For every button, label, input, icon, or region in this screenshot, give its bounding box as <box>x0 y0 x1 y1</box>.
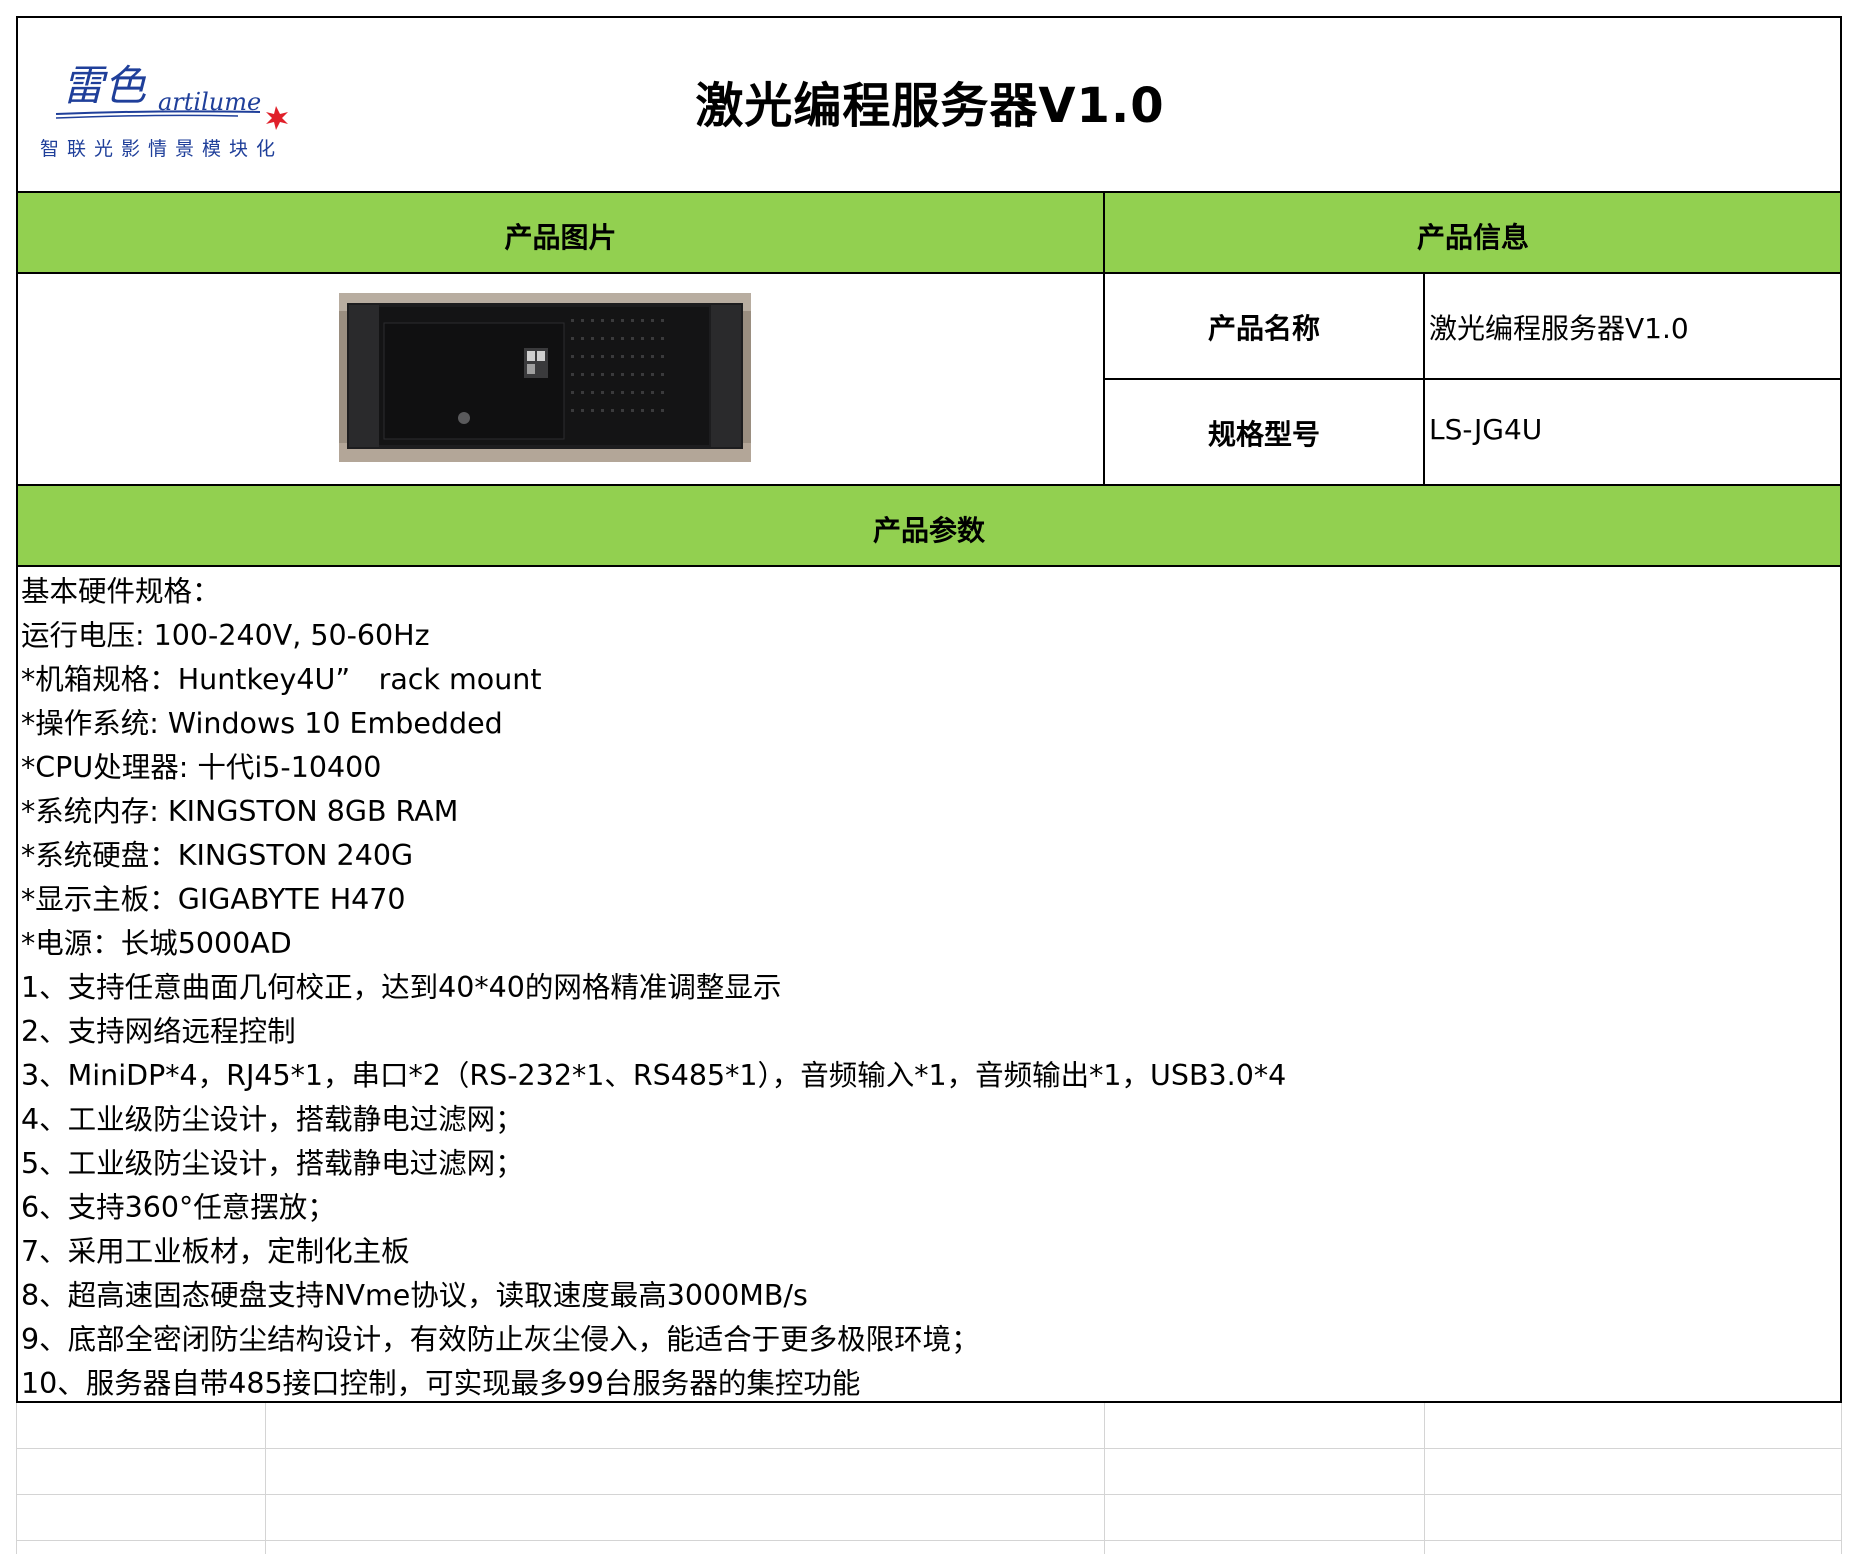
rule <box>1423 272 1425 486</box>
spreadsheet: 雷色 artilume 智联光影情景模块化 激光编程服务器V1.0 产品图片 产… <box>0 0 1858 1554</box>
param-line: 7、采用工业板材，定制化主板 <box>21 1235 410 1268</box>
param-line: *操作系统: Windows 10 Embedded <box>21 707 503 740</box>
grid-line <box>16 1540 1842 1541</box>
header-product-params: 产品参数 <box>872 514 985 547</box>
rule <box>16 191 1842 193</box>
param-line: *系统硬盘：KINGSTON 240G <box>21 839 414 872</box>
param-line: 基本硬件规格： <box>21 575 221 608</box>
product-photo <box>339 293 751 462</box>
rule <box>16 272 1842 274</box>
grid-line <box>16 1494 1842 1495</box>
param-line: 5、工业级防尘设计，搭载静电过滤网； <box>21 1147 524 1180</box>
param-line: 10、服务器自带485接口控制，可实现最多99台服务器的集控功能 <box>21 1367 861 1400</box>
param-line: 2、支持网络远程控制 <box>21 1015 296 1048</box>
grid-line <box>1104 1403 1105 1554</box>
product-model-value: LS-JG4U <box>1429 413 1543 446</box>
product-model-label: 规格型号 <box>1207 418 1320 451</box>
param-line: 运行电压: 100-240V, 50-60Hz <box>21 619 430 652</box>
param-line: *机箱规格：Huntkey4U” rack mount <box>21 663 542 696</box>
param-line: 8、超高速固态硬盘支持NVme协议，读取速度最高3000MB/s <box>21 1279 808 1312</box>
param-line: *电源：长城5000AD <box>21 927 292 960</box>
page-title: 激光编程服务器V1.0 <box>695 78 1165 134</box>
grid-line <box>1841 1403 1842 1554</box>
param-line: *CPU处理器: 十代i5-10400 <box>21 751 382 784</box>
rule <box>16 484 1842 486</box>
grid-line <box>265 1403 266 1554</box>
grid-line <box>1424 1403 1425 1554</box>
param-line: 1、支持任意曲面几何校正，达到40*40的网格精准调整显示 <box>21 971 782 1004</box>
grid-line <box>16 1448 1842 1449</box>
product-name-value: 激光编程服务器V1.0 <box>1429 312 1689 345</box>
logo-tagline: 智联光影情景模块化 <box>40 138 284 160</box>
header-product-image: 产品图片 <box>504 221 617 254</box>
param-line: *系统内存: KINGSTON 8GB RAM <box>21 795 459 828</box>
logo-cn-glyphs: 雷色 <box>62 61 147 110</box>
product-name-label: 产品名称 <box>1207 312 1320 345</box>
param-line: 3、MiniDP*4，RJ45*1，串口*2（RS-232*1、RS485*1）… <box>21 1059 1287 1092</box>
param-line: 6、支持360°任意摆放； <box>21 1191 336 1224</box>
logo-wordmark: artilume <box>158 88 262 116</box>
header-product-info: 产品信息 <box>1416 221 1529 254</box>
rule <box>16 565 1842 567</box>
param-line: 9、底部全密闭防尘结构设计，有效防止灰尘侵入，能适合于更多极限环境； <box>21 1323 980 1356</box>
params-list: 基本硬件规格： 运行电压: 100-240V, 50-60Hz *机箱规格：Hunt… <box>21 570 1831 1406</box>
param-line: *显示主板：GIGABYTE H470 <box>21 883 406 916</box>
param-line: 4、工业级防尘设计，搭载静电过滤网； <box>21 1103 524 1136</box>
rule <box>1104 378 1842 380</box>
grid-line <box>16 1403 17 1554</box>
